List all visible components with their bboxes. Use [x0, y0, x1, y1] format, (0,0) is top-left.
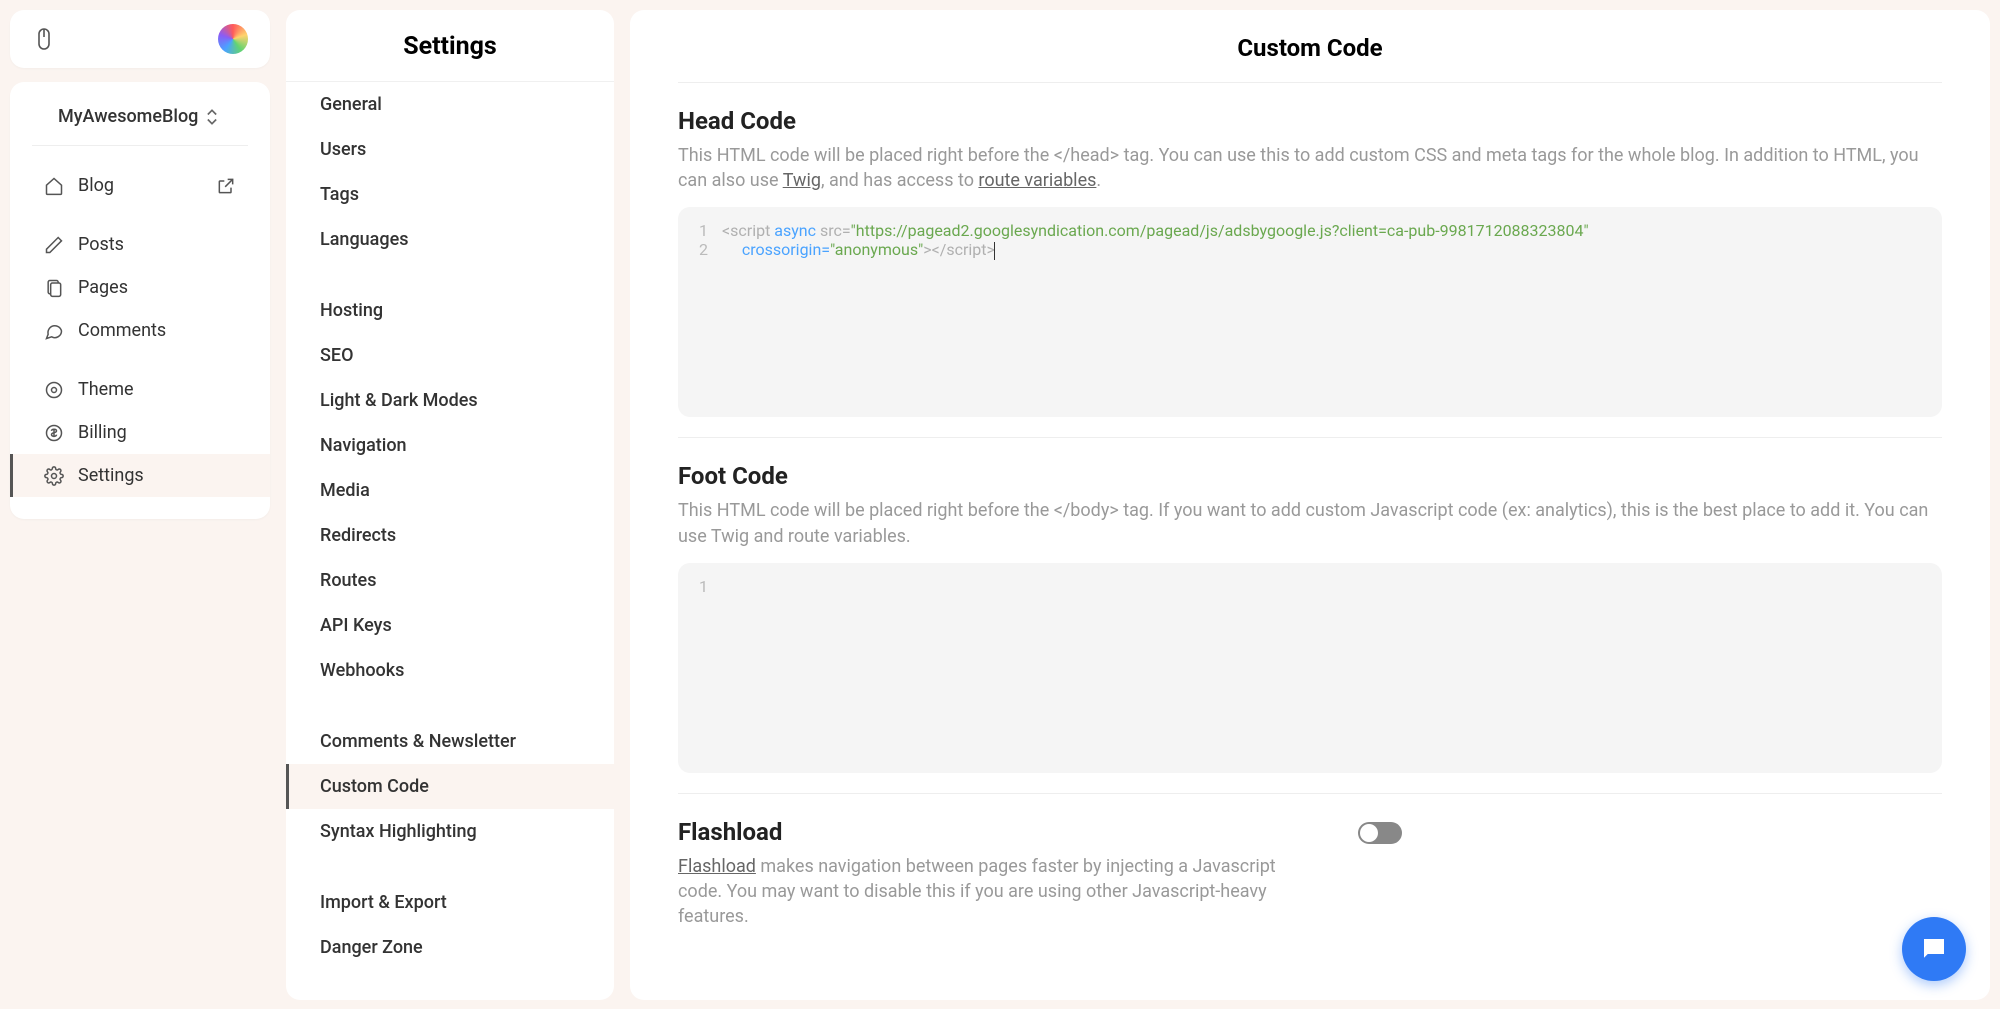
flashload-section: Flashload Flashload makes navigation bet… — [678, 818, 1942, 944]
route-variables-link[interactable]: route variables — [978, 170, 1096, 191]
site-switcher[interactable]: MyAwesomeBlog — [32, 94, 248, 146]
settings-item-import-export[interactable]: Import & Export — [286, 880, 614, 925]
settings-item-webhooks[interactable]: Webhooks — [286, 648, 614, 693]
settings-item-general[interactable]: General — [286, 82, 614, 127]
nav-item-pages[interactable]: Pages — [10, 266, 270, 309]
nav-item-posts[interactable]: Posts — [10, 223, 270, 266]
left-sidebar: MyAwesomeBlog Blog Posts Pages Comments — [0, 0, 280, 1009]
nav-item-settings[interactable]: Settings — [10, 454, 270, 497]
primary-nav: Blog Posts Pages Comments Theme — [10, 156, 270, 505]
settings-item-hosting[interactable]: Hosting — [286, 288, 614, 333]
billing-icon — [44, 423, 64, 443]
settings-item-tags[interactable]: Tags — [286, 172, 614, 217]
settings-item-light-dark[interactable]: Light & Dark Modes — [286, 378, 614, 423]
foot-code-help: This HTML code will be placed right befo… — [678, 498, 1942, 548]
flashload-toggle[interactable] — [1358, 822, 1402, 844]
nav-label: Billing — [78, 422, 127, 443]
chevrons-up-down-icon — [202, 107, 222, 127]
flashload-link[interactable]: Flashload — [678, 856, 756, 877]
settings-item-syntax-highlighting[interactable]: Syntax Highlighting — [286, 809, 614, 854]
nav-label: Blog — [78, 175, 114, 196]
settings-scroll[interactable]: General Users Tags Languages Hosting SEO… — [286, 82, 614, 1000]
settings-item-api-keys[interactable]: API Keys — [286, 603, 614, 648]
settings-sidebar: Settings General Users Tags Languages Ho… — [280, 0, 620, 1009]
foot-code-title: Foot Code — [678, 462, 1942, 490]
pages-icon — [44, 278, 64, 298]
settings-item-seo[interactable]: SEO — [286, 333, 614, 378]
nav-item-billing[interactable]: Billing — [10, 411, 270, 454]
chat-fab[interactable] — [1902, 917, 1966, 981]
app-logo-icon[interactable] — [218, 24, 248, 54]
text-caret — [994, 242, 995, 260]
external-link-icon[interactable] — [216, 176, 236, 196]
nav-item-blog[interactable]: Blog — [10, 164, 270, 207]
settings-item-danger-zone[interactable]: Danger Zone — [286, 925, 614, 970]
nav-label: Comments — [78, 320, 166, 341]
divider — [678, 437, 1942, 438]
nav-item-theme[interactable]: Theme — [10, 368, 270, 411]
settings-item-comments-newsletter[interactable]: Comments & Newsletter — [286, 719, 614, 764]
nav-label: Pages — [78, 277, 128, 298]
main-column: Custom Code Head Code This HTML code wil… — [620, 0, 2000, 1009]
divider — [678, 793, 1942, 794]
nav-label: Settings — [78, 465, 144, 486]
foot-code-editor[interactable]: 1 — [678, 563, 1942, 773]
line-number: 1 — [688, 221, 722, 240]
line-number: 1 — [688, 577, 722, 596]
settings-item-languages[interactable]: Languages — [286, 217, 614, 262]
comment-icon — [44, 321, 64, 341]
head-code-editor[interactable]: 1 <script async src="https://pagead2.goo… — [678, 207, 1942, 417]
nav-item-comments[interactable]: Comments — [10, 309, 270, 352]
settings-card: Settings General Users Tags Languages Ho… — [286, 10, 614, 1000]
nav-label: Theme — [78, 379, 134, 400]
settings-item-users[interactable]: Users — [286, 127, 614, 172]
workspace-header-card — [10, 10, 270, 68]
site-name: MyAwesomeBlog — [58, 106, 198, 127]
settings-item-media[interactable]: Media — [286, 468, 614, 513]
flashload-title: Flashload — [678, 818, 1318, 846]
head-code-title: Head Code — [678, 107, 1942, 135]
line-number: 2 — [688, 240, 722, 260]
settings-item-navigation[interactable]: Navigation — [286, 423, 614, 468]
pencil-icon — [44, 235, 64, 255]
head-code-help: This HTML code will be placed right befo… — [678, 143, 1942, 193]
settings-item-redirects[interactable]: Redirects — [286, 513, 614, 558]
main-card: Custom Code Head Code This HTML code wil… — [630, 10, 1990, 1000]
foot-code-section: Foot Code This HTML code will be placed … — [678, 462, 1942, 772]
settings-title: Settings — [286, 10, 614, 82]
chat-icon — [1919, 934, 1949, 964]
mouse-icon[interactable] — [32, 27, 56, 51]
home-icon — [44, 176, 64, 196]
toggle-knob — [1360, 824, 1378, 842]
settings-item-routes[interactable]: Routes — [286, 558, 614, 603]
page-title: Custom Code — [678, 34, 1942, 83]
settings-item-custom-code[interactable]: Custom Code — [286, 764, 614, 809]
nav-card: MyAwesomeBlog Blog Posts Pages Comments — [10, 82, 270, 519]
head-code-section: Head Code This HTML code will be placed … — [678, 107, 1942, 417]
nav-label: Posts — [78, 234, 124, 255]
twig-link[interactable]: Twig — [783, 170, 821, 191]
theme-icon — [44, 380, 64, 400]
gear-icon — [44, 466, 64, 486]
flashload-help: Flashload makes navigation between pages… — [678, 854, 1318, 930]
